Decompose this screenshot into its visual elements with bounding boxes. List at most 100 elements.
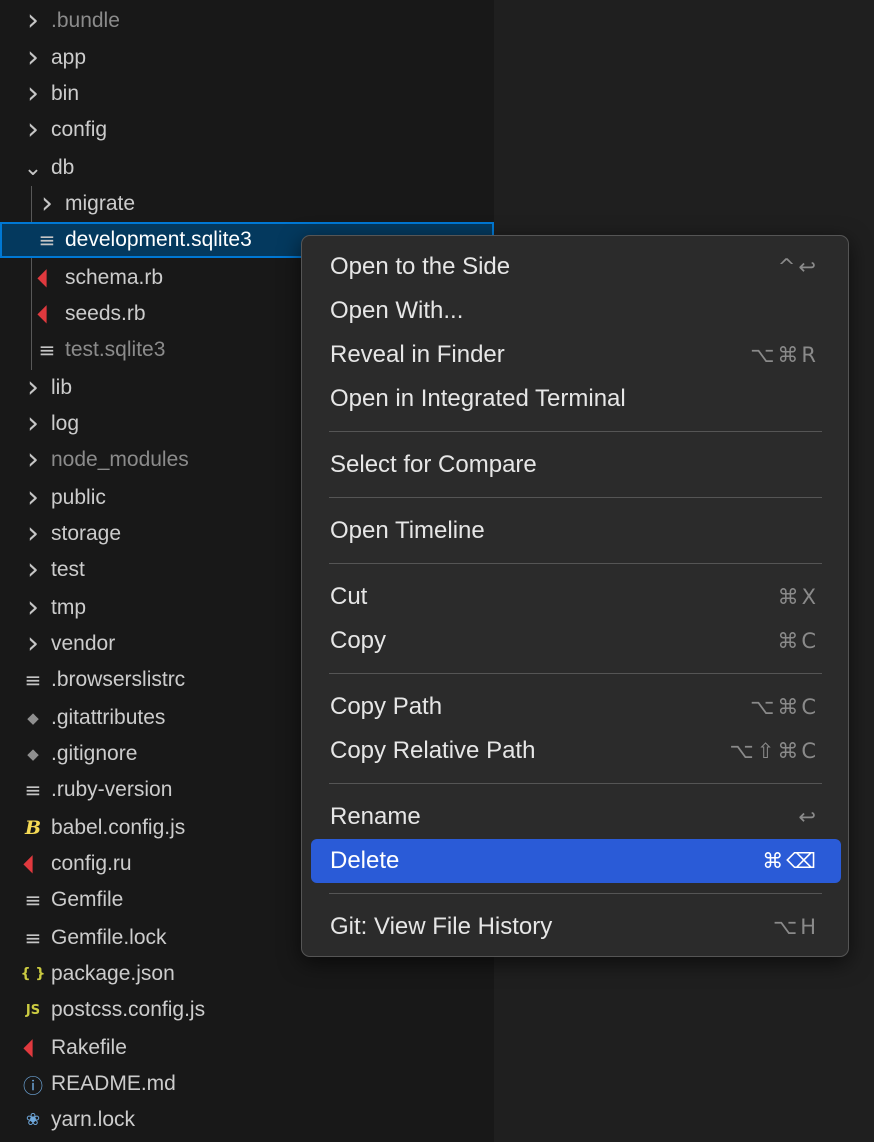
file-lines-icon: ≡ <box>24 888 42 912</box>
tree-folder-app[interactable]: › app <box>0 40 494 76</box>
chevron-right-icon[interactable]: › <box>22 593 44 623</box>
menu-item-label: Rename <box>330 803 421 830</box>
tree-item-label: test.sqlite3 <box>65 338 166 361</box>
tree-item-label: log <box>51 412 80 435</box>
menu-item-shortcut: ⌘C <box>777 629 819 653</box>
chevron-right-icon[interactable]: › <box>22 445 44 475</box>
tree-item-label: Gemfile.lock <box>51 926 167 949</box>
tree-item-label: seeds.rb <box>65 302 146 325</box>
babel-icon: B <box>24 817 42 839</box>
tree-item-label: lib <box>51 376 73 399</box>
file-lines-icon: ≡ <box>24 668 42 692</box>
menu-item-open-timeline[interactable]: Open Timeline <box>311 509 841 553</box>
tree-item-label: schema.rb <box>65 266 164 289</box>
menu-item-select-for-compare[interactable]: Select for Compare <box>311 443 841 487</box>
chevron-right-icon[interactable]: › <box>22 483 44 513</box>
tree-file-yarn-lock[interactable]: ❀ yarn.lock <box>0 1102 494 1138</box>
file-lines-icon: ≡ <box>38 338 56 362</box>
yarn-icon: ❀ <box>25 1110 41 1130</box>
menu-separator <box>329 673 822 674</box>
tree-folder-db[interactable]: ⌄ db <box>0 150 494 186</box>
chevron-right-icon[interactable]: › <box>22 409 44 439</box>
menu-item-git-view-file-history[interactable]: Git: View File History ⌥H <box>311 905 841 949</box>
chevron-right-icon[interactable]: › <box>22 43 44 73</box>
tree-item-label: test <box>51 558 85 581</box>
info-icon: ⓘ <box>23 1073 43 1098</box>
menu-item-open-in-integrated-terminal[interactable]: Open in Integrated Terminal <box>311 377 841 421</box>
tree-item-label: yarn.lock <box>51 1108 136 1131</box>
menu-item-label: Open in Integrated Terminal <box>330 385 626 412</box>
chevron-right-icon[interactable]: › <box>22 373 44 403</box>
tree-item-label: .ruby-version <box>51 778 173 801</box>
chevron-right-icon[interactable]: › <box>22 79 44 109</box>
tree-file-readme-md[interactable]: ⓘ README.md <box>0 1066 494 1102</box>
menu-item-label: Copy Path <box>330 693 443 720</box>
menu-item-shortcut: ⌥⌘C <box>750 695 819 719</box>
tree-item-label: config.ru <box>51 852 132 875</box>
menu-item-shortcut: ^↩ <box>777 255 819 279</box>
tree-item-label: config <box>51 118 108 141</box>
ruby-icon: ◣ <box>35 266 59 290</box>
chevron-right-icon[interactable]: › <box>36 189 58 219</box>
chevron-right-icon[interactable]: › <box>22 6 44 36</box>
menu-item-rename[interactable]: Rename ↩ <box>311 795 841 839</box>
menu-separator <box>329 893 822 894</box>
chevron-right-icon[interactable]: › <box>22 115 44 145</box>
menu-item-reveal-in-finder[interactable]: Reveal in Finder ⌥⌘R <box>311 333 841 377</box>
tree-item-label: babel.config.js <box>51 816 186 839</box>
tree-folder-dot-bundle[interactable]: › .bundle <box>0 3 494 39</box>
menu-item-shortcut: ⌥⇧⌘C <box>729 739 819 763</box>
tree-item-label: public <box>51 486 106 509</box>
chevron-right-icon[interactable]: › <box>22 629 44 659</box>
tree-item-label: postcss.config.js <box>51 998 206 1021</box>
menu-item-label: Select for Compare <box>330 451 537 478</box>
menu-item-shortcut: ⌘⌫ <box>762 849 819 873</box>
menu-separator <box>329 431 822 432</box>
javascript-icon: JS <box>25 1002 41 1018</box>
ruby-icon: ◣ <box>21 1036 45 1060</box>
tree-item-label: tmp <box>51 596 87 619</box>
tree-file-postcss-config-js[interactable]: JS postcss.config.js <box>0 992 494 1028</box>
json-icon: { } <box>20 966 46 982</box>
menu-item-shortcut: ⌥⌘R <box>750 343 819 367</box>
git-icon: ◆ <box>27 745 39 763</box>
menu-item-label: Cut <box>330 583 368 610</box>
tree-item-label: storage <box>51 522 122 545</box>
chevron-right-icon[interactable]: › <box>22 555 44 585</box>
menu-item-label: Open to the Side <box>330 253 511 280</box>
menu-item-shortcut: ⌘X <box>777 585 819 609</box>
tree-folder-bin[interactable]: › bin <box>0 76 494 112</box>
menu-item-open-to-the-side[interactable]: Open to the Side ^↩ <box>311 245 841 289</box>
tree-item-label: .browserslistrc <box>51 668 186 691</box>
menu-separator <box>329 563 822 564</box>
file-lines-icon: ≡ <box>24 778 42 802</box>
menu-item-open-with[interactable]: Open With... <box>311 289 841 333</box>
tree-item-label: app <box>51 46 87 69</box>
menu-item-copy-relative-path[interactable]: Copy Relative Path ⌥⇧⌘C <box>311 729 841 773</box>
tree-item-label: vendor <box>51 632 116 655</box>
tree-item-label: migrate <box>65 192 136 215</box>
tree-item-label: .gitignore <box>51 742 138 765</box>
tree-file-rakefile[interactable]: ◣ Rakefile <box>0 1030 494 1066</box>
menu-separator <box>329 497 822 498</box>
tree-item-label: Gemfile <box>51 888 124 911</box>
ruby-icon: ◣ <box>21 852 45 876</box>
tree-item-label: Rakefile <box>51 1036 127 1059</box>
menu-item-label: Delete <box>330 847 400 874</box>
menu-item-copy[interactable]: Copy ⌘C <box>311 619 841 663</box>
tree-folder-migrate[interactable]: › migrate <box>0 186 494 222</box>
file-lines-icon: ≡ <box>38 228 56 252</box>
chevron-down-icon[interactable]: ⌄ <box>22 156 44 181</box>
tree-folder-config[interactable]: › config <box>0 112 494 148</box>
tree-item-label: node_modules <box>51 448 189 471</box>
tree-item-label: package.json <box>51 962 175 985</box>
menu-item-copy-path[interactable]: Copy Path ⌥⌘C <box>311 685 841 729</box>
tree-file-package-json[interactable]: { } package.json <box>0 956 494 992</box>
menu-item-shortcut: ↩ <box>798 805 819 829</box>
menu-item-label: Git: View File History <box>330 913 553 940</box>
menu-item-label: Copy Relative Path <box>330 737 536 764</box>
chevron-right-icon[interactable]: › <box>22 519 44 549</box>
menu-item-delete[interactable]: Delete ⌘⌫ <box>311 839 841 883</box>
menu-item-cut[interactable]: Cut ⌘X <box>311 575 841 619</box>
menu-item-label: Copy <box>330 627 387 654</box>
